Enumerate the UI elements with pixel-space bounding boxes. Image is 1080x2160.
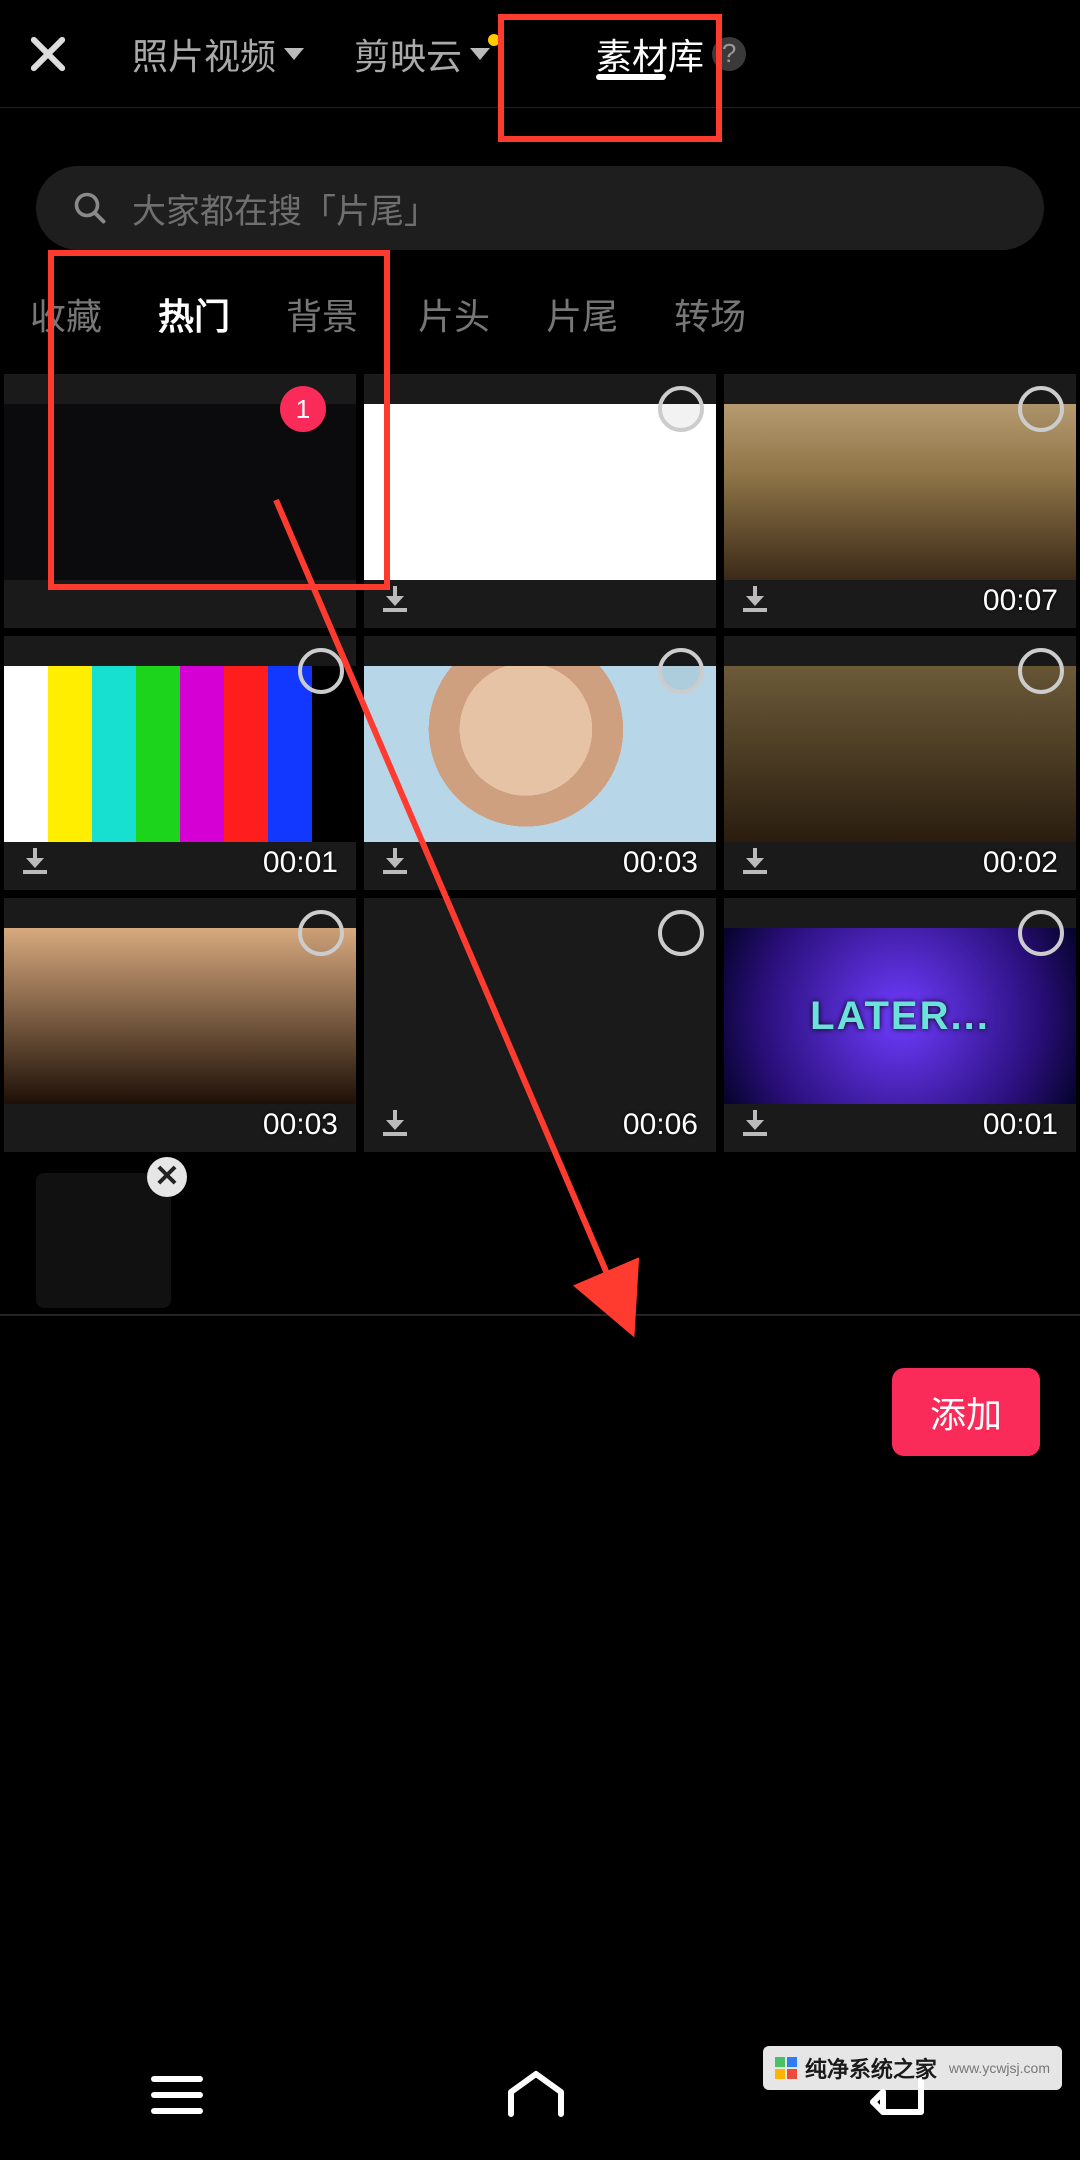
duration-label: 00:06 [623,1108,698,1142]
brand-logo-icon [775,2057,797,2079]
search-input[interactable]: 大家都在搜「片尾」 [36,166,1044,250]
cat-intro[interactable]: 片头 [390,288,518,340]
cat-transition[interactable]: 转场 [646,288,774,340]
tab-photos-videos[interactable]: 照片视频 [132,28,304,80]
download-icon[interactable] [380,846,410,876]
download-icon[interactable] [740,846,770,876]
chevron-down-icon [470,48,490,60]
download-icon[interactable] [740,1108,770,1138]
top-bar: 照片视频 剪映云 素材库 ? [0,0,1080,108]
duration-label: 00:07 [983,584,1058,618]
material-item[interactable] [364,374,716,628]
cat-favorites[interactable]: 收藏 [0,288,130,340]
select-ring-icon[interactable] [1018,648,1064,694]
material-item[interactable]: 00:03 [364,636,716,890]
select-ring-icon[interactable] [658,910,704,956]
material-item[interactable]: LATER... 00:01 [724,898,1076,1152]
select-ring-icon[interactable] [658,648,704,694]
watermark-url: www.ycwjsj.com [949,2060,1050,2076]
category-tabs: 收藏 热门 背景 片头 片尾 转场 [0,250,1080,374]
select-ring-icon[interactable] [1018,910,1064,956]
material-item[interactable]: 00:03 [4,898,356,1152]
overlay-text: LATER... [810,994,990,1039]
download-icon[interactable] [380,584,410,614]
material-grid: 1 00:07 00:01 00:03 [0,374,1080,1152]
selection-tray: ✕ [0,1140,1080,1340]
cat-hot[interactable]: 热门 [130,288,258,340]
material-item[interactable]: 00:01 [4,636,356,890]
download-icon[interactable] [380,1108,410,1138]
notification-dot-icon [488,34,500,46]
search-placeholder: 大家都在搜「片尾」 [132,184,438,233]
select-ring-icon[interactable] [1018,386,1064,432]
home-icon[interactable] [505,2070,567,2120]
divider [0,1314,1080,1316]
close-icon[interactable] [24,30,72,78]
add-button[interactable]: 添加 [892,1368,1040,1456]
material-item[interactable]: 00:02 [724,636,1076,890]
material-item[interactable]: 00:07 [724,374,1076,628]
duration-label: 00:01 [263,846,338,880]
download-icon[interactable] [20,846,50,876]
tab-cloud[interactable]: 剪映云 [354,28,490,80]
active-tab-underline [596,74,666,80]
help-icon[interactable]: ? [712,37,746,71]
tab-label: 照片视频 [132,28,276,80]
download-icon[interactable] [740,584,770,614]
remove-icon[interactable]: ✕ [147,1157,187,1197]
selected-badge: 1 [280,386,326,432]
tray-item[interactable]: ✕ [36,1173,171,1308]
duration-label: 00:03 [263,1108,338,1142]
select-ring-icon[interactable] [298,910,344,956]
chevron-down-icon [284,48,304,60]
tab-library[interactable]: 素材库 ? [596,28,746,80]
select-ring-icon[interactable] [298,648,344,694]
material-item[interactable]: 00:06 [364,898,716,1152]
tab-label: 剪映云 [354,28,462,80]
material-item[interactable]: 1 [4,374,356,628]
duration-label: 00:02 [983,846,1058,880]
search-icon [72,190,108,226]
search-section: 大家都在搜「片尾」 [0,108,1080,250]
duration-label: 00:03 [623,846,698,880]
tab-label: 素材库 [596,28,704,80]
watermark-brand: 纯净系统之家 [805,2052,937,2084]
menu-icon[interactable] [151,2076,203,2114]
cat-outro[interactable]: 片尾 [518,288,646,340]
duration-label: 00:01 [983,1108,1058,1142]
watermark: 纯净系统之家 www.ycwjsj.com [763,2046,1062,2090]
cat-background[interactable]: 背景 [258,288,386,340]
select-ring-icon[interactable] [658,386,704,432]
